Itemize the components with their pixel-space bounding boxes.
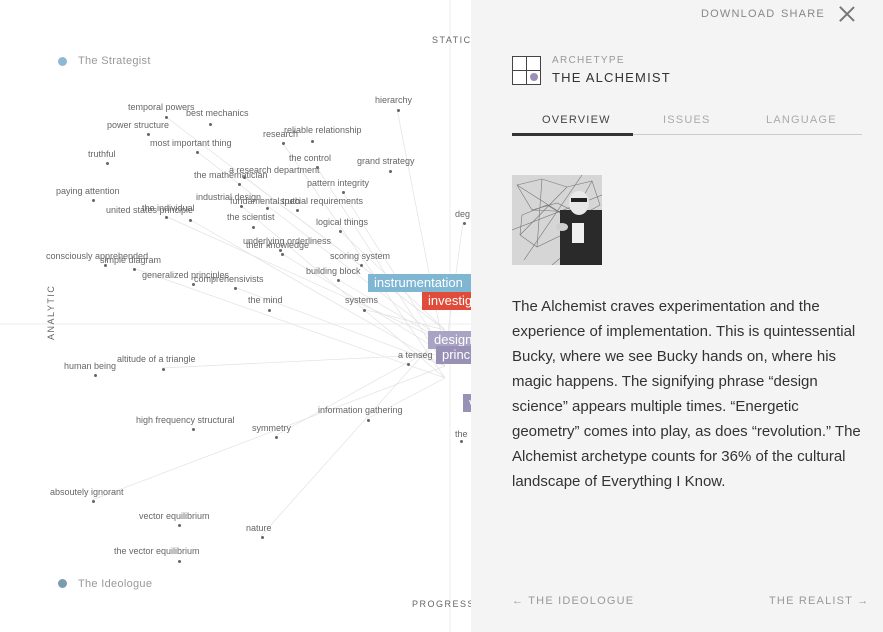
term-label[interactable]: systems [345,296,378,305]
term-dot [367,419,370,422]
term-label[interactable]: the mathematician [194,171,268,180]
term-label[interactable]: information gathering [318,406,403,415]
strategist-dot [58,57,67,66]
term-dot [397,109,400,112]
panel-tabs: OVERVIEW ISSUES LANGUAGE [512,108,862,136]
term-label[interactable]: the [455,430,468,439]
quadrant-label-ideologue[interactable]: The Ideologue [78,578,152,590]
highlight-tag[interactable]: instrumentation [368,274,471,292]
term-dot [296,209,299,212]
term-dot [178,524,181,527]
term-dot [463,222,466,225]
term-dot [165,116,168,119]
term-dot [196,151,199,154]
term-label[interactable]: the scientist [227,213,275,222]
term-label[interactable]: truthful [88,150,116,159]
next-archetype-link[interactable]: THE REALIST → [769,595,869,607]
term-dot [234,287,237,290]
prev-archetype-link[interactable]: ← THE IDEOLOGUE [512,595,634,607]
term-dot [209,123,212,126]
archetype-title: THE ALCHEMIST [552,70,671,85]
term-label[interactable]: best mechanics [186,109,249,118]
term-dot [389,170,392,173]
term-dot [106,162,109,165]
term-dot [162,368,165,371]
term-dot [133,268,136,271]
tab-overview[interactable]: OVERVIEW [542,114,611,126]
term-label[interactable]: special requirements [280,197,363,206]
close-icon[interactable] [838,5,856,23]
term-dot [192,428,195,431]
term-dot [268,309,271,312]
highlight-tag[interactable]: principle [436,346,471,364]
term-label[interactable]: their knowledge [246,241,309,250]
quadrant-label-strategist[interactable]: The Strategist [78,55,151,67]
term-dot [189,219,192,222]
term-label[interactable]: high frequency structural [136,416,235,425]
term-label[interactable]: the control [289,154,331,163]
term-label[interactable]: nature [246,524,272,533]
term-label[interactable]: human being [64,362,116,371]
term-dot [460,440,463,443]
term-label[interactable]: most important thing [150,139,232,148]
term-dot [92,199,95,202]
term-label[interactable]: paying attention [56,187,120,196]
term-label[interactable]: building block [306,267,361,276]
term-dot [282,142,285,145]
term-label[interactable]: a tenseg [398,351,433,360]
term-dot [92,500,95,503]
quadrant-icon [512,56,541,85]
term-dot [281,253,284,256]
term-label[interactable]: hierarchy [375,96,412,105]
term-label[interactable]: symmetry [252,424,291,433]
term-dot [261,536,264,539]
ideologue-dot [58,579,67,588]
term-dot [275,436,278,439]
term-label[interactable]: absoutely ignorant [50,488,124,497]
term-dot [311,140,314,143]
term-label[interactable]: comprehensivists [194,275,264,284]
term-dot [238,183,241,186]
term-label[interactable]: altitude of a triangle [117,355,196,364]
download-button[interactable]: DOWNLOAD [701,8,775,20]
term-dot [337,279,340,282]
tab-language[interactable]: LANGUAGE [766,114,837,126]
term-label[interactable]: reliable relationship [284,126,362,135]
archetype-panel: DOWNLOAD SHARE ARCHETYPE THE ALCHEMIST O… [471,0,883,632]
term-label[interactable]: simple diagram [100,256,161,265]
term-label[interactable]: vector equilibrium [139,512,210,521]
highlight-tag[interactable]: investigation [422,292,471,310]
tab-issues[interactable]: ISSUES [663,114,711,126]
term-label[interactable]: temporal powers [128,103,195,112]
term-label[interactable]: logical things [316,218,368,227]
term-dot [363,309,366,312]
term-dot [407,363,410,366]
term-label[interactable]: pattern integrity [307,179,369,188]
term-label[interactable]: the vector equilibrium [114,547,200,556]
term-label[interactable]: united states principle [106,206,193,215]
archetype-description: The Alchemist craves experimentation and… [512,298,861,490]
portrait-photo [512,175,602,265]
term-dot [147,133,150,136]
term-label[interactable]: deg [455,210,470,219]
share-button[interactable]: SHARE [781,8,825,20]
term-label[interactable]: power structure [107,121,169,130]
tab-underline [512,133,633,136]
term-dot [266,207,269,210]
axis-label-top: STATIC [432,35,472,45]
term-label[interactable]: the mind [248,296,283,305]
term-dot [252,226,255,229]
term-label[interactable]: grand strategy [357,157,415,166]
term-dot [339,230,342,233]
axis-label-left: ANALYTIC [46,284,56,340]
term-dot [165,216,168,219]
archetype-kicker: ARCHETYPE [552,55,625,66]
term-dot [94,374,97,377]
term-label[interactable]: scoring system [330,252,390,261]
term-dot [342,191,345,194]
term-dot [178,560,181,563]
